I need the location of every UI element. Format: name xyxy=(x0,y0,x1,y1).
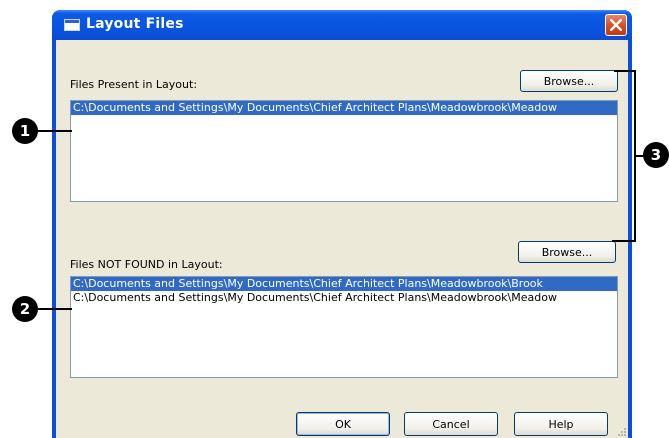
callout-3-leader-top xyxy=(614,70,636,72)
files-not-found-list[interactable]: C:\Documents and Settings\My Documents\C… xyxy=(70,276,618,378)
list-item[interactable]: C:\Documents and Settings\My Documents\C… xyxy=(71,101,617,115)
browse-not-found-button[interactable]: Browse... xyxy=(518,241,616,263)
list-item[interactable]: C:\Documents and Settings\My Documents\C… xyxy=(71,277,617,291)
callout-2-badge: 2 xyxy=(12,296,38,322)
files-present-label: Files Present in Layout: xyxy=(70,78,198,91)
close-icon xyxy=(610,19,622,31)
files-present-list[interactable]: C:\Documents and Settings\My Documents\C… xyxy=(70,100,618,202)
layout-files-dialog: Layout Files Files Present in Layout: Br… xyxy=(52,10,632,438)
help-button[interactable]: Help xyxy=(514,412,608,436)
callout-1-badge: 1 xyxy=(12,118,38,144)
ok-button[interactable]: OK xyxy=(296,412,390,436)
browse-present-button[interactable]: Browse... xyxy=(520,70,618,92)
title-bar[interactable]: Layout Files xyxy=(52,10,632,40)
list-item[interactable]: C:\Documents and Settings\My Documents\C… xyxy=(71,291,617,305)
window-title: Layout Files xyxy=(86,16,184,32)
files-not-found-label: Files NOT FOUND in Layout: xyxy=(70,258,223,271)
cancel-button[interactable]: Cancel xyxy=(404,412,498,436)
callout-3-badge: 3 xyxy=(643,142,669,168)
callout-3-leader-bottom xyxy=(612,240,636,242)
resize-grip-icon[interactable] xyxy=(616,426,626,436)
dialog-body: Files Present in Layout: Browse... C:\Do… xyxy=(56,40,628,438)
callout-2-leader xyxy=(38,308,72,310)
window-icon xyxy=(64,19,80,31)
close-button[interactable] xyxy=(605,14,627,36)
callout-1-leader xyxy=(38,130,72,132)
